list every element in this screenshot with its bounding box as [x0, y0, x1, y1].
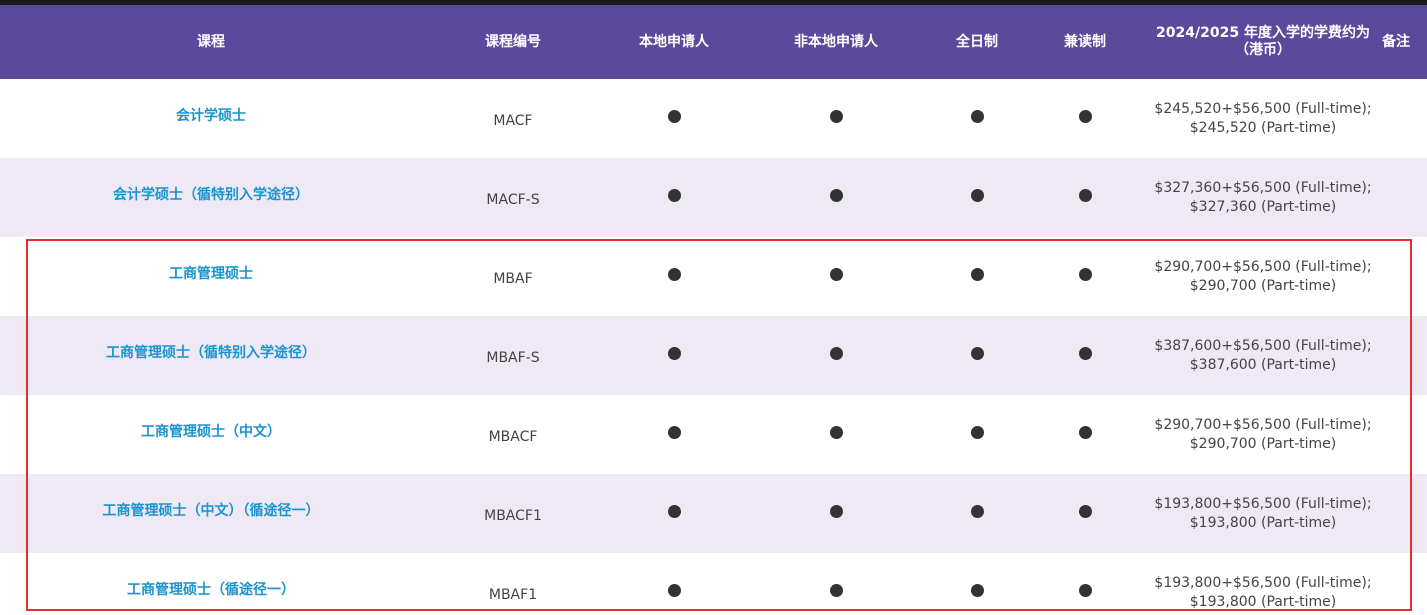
available-dot-icon: [970, 426, 984, 439]
available-dot-icon: [970, 268, 984, 281]
course-link[interactable]: 会计学硕士: [176, 105, 246, 125]
table-row: 工商管理硕士（中文）（循途径一） MBACF1 $193,800+$56,500…: [0, 474, 1427, 553]
available-dot-icon: [667, 505, 681, 518]
course-note: [1382, 79, 1427, 158]
course-fee: $327,360+$56,500 (Full-time); $327,360 (…: [1154, 179, 1372, 215]
header-course: 课程: [197, 33, 225, 50]
course-code: MBAF: [493, 270, 533, 287]
table-row: 工商管理硕士（中文） MBACF $290,700+$56,500 (Full-…: [0, 395, 1427, 474]
course-link[interactable]: 工商管理硕士（中文）（循途径一）: [103, 500, 320, 520]
table-body: 会计学硕士 MACF $245,520+$56,500 (Full-time);…: [0, 79, 1427, 615]
table-header: 课程 课程编号 本地申请人 非本地申请人 全日制 兼读制 2024/2025 年…: [0, 5, 1427, 79]
available-dot-icon: [667, 584, 681, 597]
course-note: [1382, 316, 1427, 395]
course-note: [1382, 158, 1427, 237]
available-dot-icon: [1078, 584, 1092, 597]
table-row: 工商管理硕士（循途径一） MBAF1 $193,800+$56,500 (Ful…: [0, 553, 1427, 615]
header-parttime: 兼读制: [1064, 33, 1106, 50]
course-link[interactable]: 工商管理硕士: [169, 263, 253, 283]
course-code: MBACF1: [484, 507, 542, 524]
course-link[interactable]: 工商管理硕士（循途径一）: [127, 579, 295, 599]
course-fee: $290,700+$56,500 (Full-time); $290,700 (…: [1154, 258, 1372, 294]
course-fee: $245,520+$56,500 (Full-time); $245,520 (…: [1154, 100, 1372, 136]
available-dot-icon: [829, 347, 843, 360]
header-local: 本地申请人: [639, 33, 709, 50]
header-fee: 2024/2025 年度入学的学费约为（港币）: [1156, 25, 1370, 58]
page: 课程 课程编号 本地申请人 非本地申请人 全日制 兼读制 2024/2025 年…: [0, 0, 1427, 615]
header-note: 备注: [1382, 33, 1410, 50]
available-dot-icon: [1078, 347, 1092, 360]
available-dot-icon: [1078, 268, 1092, 281]
available-dot-icon: [829, 110, 843, 123]
available-dot-icon: [1078, 505, 1092, 518]
course-note: [1382, 237, 1427, 316]
table-row: 会计学硕士 MACF $245,520+$56,500 (Full-time);…: [0, 79, 1427, 158]
available-dot-icon: [829, 268, 843, 281]
course-code: MACF: [493, 112, 533, 129]
header-code: 课程编号: [485, 33, 541, 50]
course-note: [1382, 395, 1427, 474]
available-dot-icon: [970, 584, 984, 597]
table-row: 工商管理硕士（循特别入学途径） MBAF-S $387,600+$56,500 …: [0, 316, 1427, 395]
course-code: MACF-S: [486, 191, 540, 208]
course-link[interactable]: 工商管理硕士（循特别入学途径）: [106, 342, 316, 362]
course-fee: $193,800+$56,500 (Full-time); $193,800 (…: [1154, 495, 1372, 531]
available-dot-icon: [667, 347, 681, 360]
available-dot-icon: [829, 505, 843, 518]
table-row: 会计学硕士（循特别入学途径） MACF-S $327,360+$56,500 (…: [0, 158, 1427, 237]
available-dot-icon: [970, 505, 984, 518]
course-note: [1382, 474, 1427, 553]
course-note: [1382, 553, 1427, 615]
available-dot-icon: [970, 347, 984, 360]
available-dot-icon: [970, 110, 984, 123]
available-dot-icon: [667, 268, 681, 281]
available-dot-icon: [667, 110, 681, 123]
course-fee: $387,600+$56,500 (Full-time); $387,600 (…: [1154, 337, 1372, 373]
course-code: MBACF: [488, 428, 538, 445]
course-code: MBAF-S: [486, 349, 540, 366]
course-link[interactable]: 会计学硕士（循特别入学途径）: [113, 184, 309, 204]
available-dot-icon: [667, 189, 681, 202]
course-table: 课程 课程编号 本地申请人 非本地申请人 全日制 兼读制 2024/2025 年…: [0, 5, 1427, 615]
header-fulltime: 全日制: [956, 33, 998, 50]
available-dot-icon: [1078, 189, 1092, 202]
header-nonlocal: 非本地申请人: [794, 33, 878, 50]
available-dot-icon: [1078, 426, 1092, 439]
course-link[interactable]: 工商管理硕士（中文）: [141, 421, 281, 441]
course-fee: $193,800+$56,500 (Full-time); $193,800 (…: [1154, 574, 1372, 610]
course-code: MBAF1: [488, 586, 538, 603]
available-dot-icon: [829, 584, 843, 597]
available-dot-icon: [970, 189, 984, 202]
available-dot-icon: [829, 189, 843, 202]
course-fee: $290,700+$56,500 (Full-time); $290,700 (…: [1154, 416, 1372, 452]
available-dot-icon: [667, 426, 681, 439]
table-row: 工商管理硕士 MBAF $290,700+$56,500 (Full-time)…: [0, 237, 1427, 316]
available-dot-icon: [829, 426, 843, 439]
available-dot-icon: [1078, 110, 1092, 123]
